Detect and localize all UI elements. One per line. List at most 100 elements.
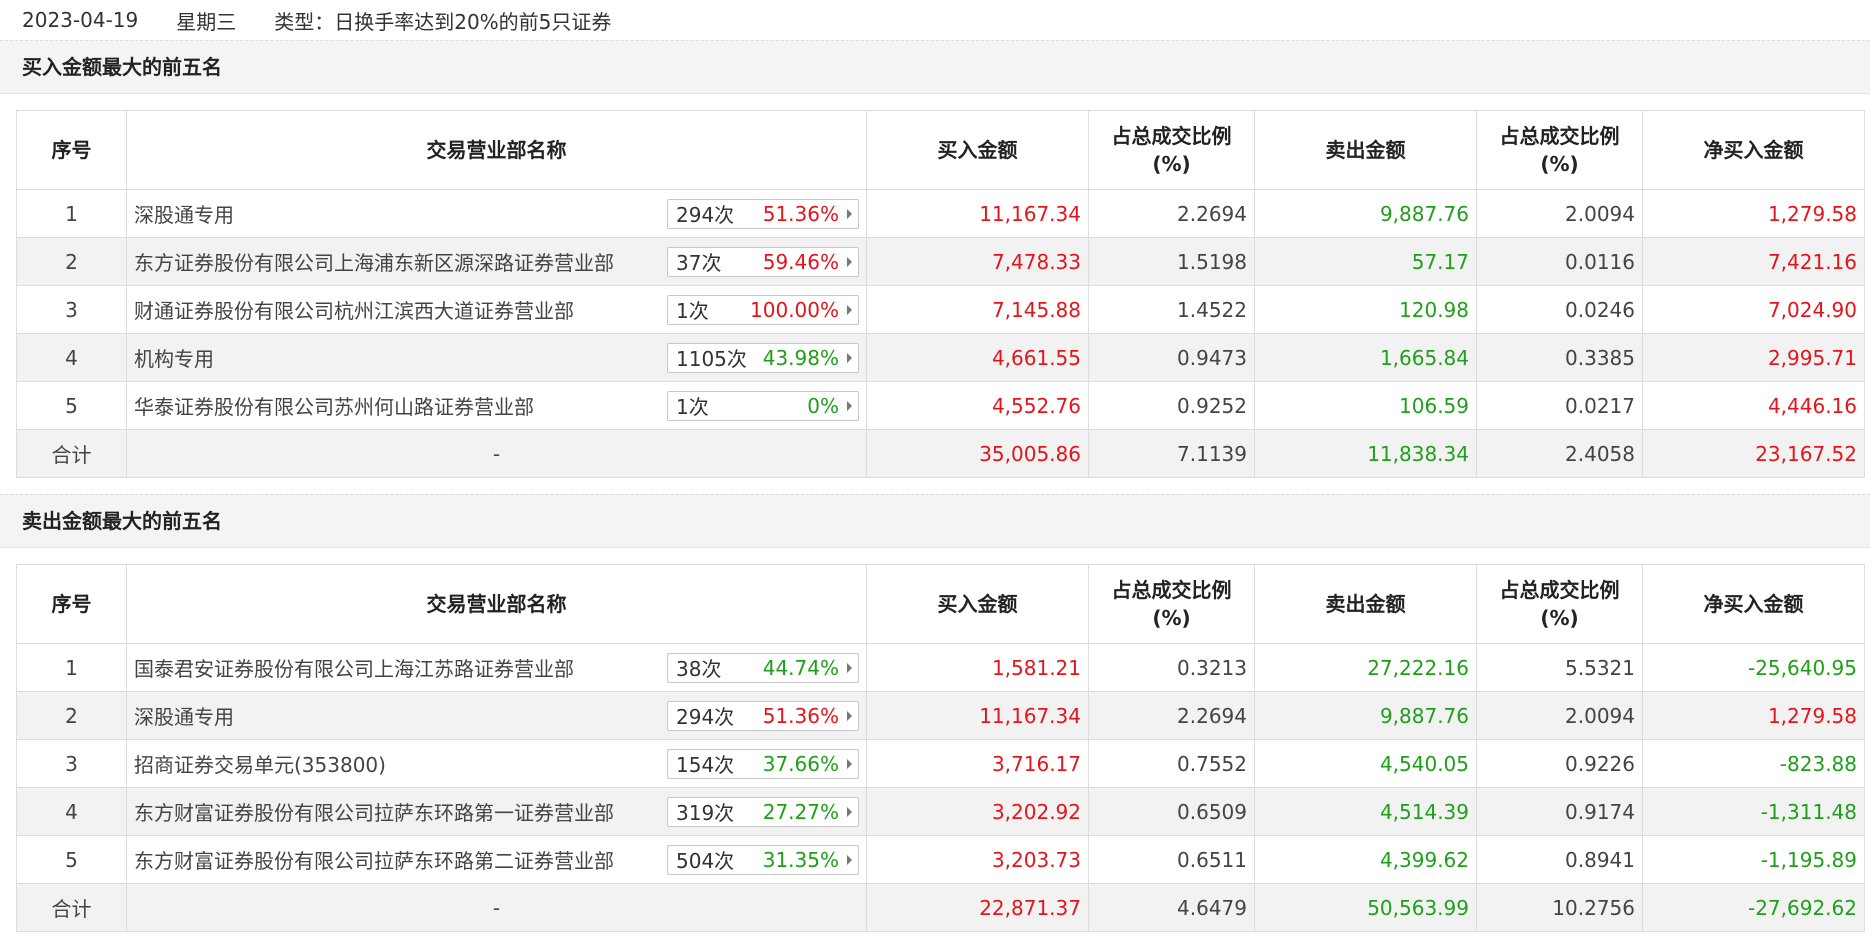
history-badge[interactable]: 319次 27.27% — [667, 796, 859, 827]
branch-name[interactable]: 财通证券股份有限公司杭州江滨西大道证券营业部 — [134, 295, 574, 324]
success-rate: 0% — [807, 393, 839, 418]
history-badge[interactable]: 1105次 43.98% — [667, 342, 859, 373]
row-seq: 2 — [16, 691, 127, 740]
buy-ratio: 0.6509 — [1088, 787, 1255, 836]
net-amount: -25,640.95 — [1642, 643, 1865, 692]
sell-amount: 9,887.76 — [1254, 189, 1477, 238]
row-seq: 1 — [16, 643, 127, 692]
sell-ratio: 0.0217 — [1476, 381, 1643, 430]
history-badge[interactable]: 504次 31.35% — [667, 844, 859, 875]
appearance-count: 294次 — [676, 203, 735, 227]
net-amount: 1,279.58 — [1642, 691, 1865, 740]
row-seq: 5 — [16, 835, 127, 884]
net-amount: 7,421.16 — [1642, 237, 1865, 286]
branch-name[interactable]: 东方财富证券股份有限公司拉萨东环路第二证券营业部 — [134, 845, 614, 874]
branch-name[interactable]: 东方证券股份有限公司上海浦东新区源深路证券营业部 — [134, 247, 614, 276]
col-buy-pct: 占总成交比例 (%) — [1088, 564, 1255, 644]
buy-amount: 1,581.21 — [866, 643, 1089, 692]
success-rate: 27.27% — [762, 799, 839, 824]
buy-amount: 4,661.55 — [866, 333, 1089, 382]
total-sell-ratio: 2.4058 — [1476, 429, 1643, 478]
caret-right-icon — [847, 208, 852, 219]
success-rate: 31.35% — [762, 847, 839, 872]
history-badge[interactable]: 38次 44.74% — [667, 652, 859, 683]
history-badge[interactable]: 154次 37.66% — [667, 748, 859, 779]
buy-amount: 11,167.34 — [866, 691, 1089, 740]
branch-name[interactable]: 国泰君安证券股份有限公司上海江苏路证券营业部 — [134, 653, 574, 682]
total-buy: 22,871.37 — [866, 883, 1089, 932]
sell-amount: 1,665.84 — [1254, 333, 1477, 382]
sell-ratio: 2.0094 — [1476, 189, 1643, 238]
sell-ratio: 0.9226 — [1476, 739, 1643, 788]
total-net: -27,692.62 — [1642, 883, 1865, 932]
history-badge[interactable]: 294次 51.36% — [667, 700, 859, 731]
total-row: 合计 -35,005.86 7.1139 11,838.34 2.4058 23,167.… — [16, 429, 1865, 478]
branch-cell: 深股通专用 294次 51.36% — [126, 189, 867, 238]
branch-name[interactable]: 深股通专用 — [134, 701, 234, 730]
buy-ratio: 2.2694 — [1088, 691, 1255, 740]
branch-cell: 东方财富证券股份有限公司拉萨东环路第一证券营业部 319次 27.27% — [126, 787, 867, 836]
table-header-row: 序号 交易营业部名称 买入金额 占总成交比例 (%) 卖出金额 占总成交比例 (%)… — [16, 564, 1865, 644]
table-row: 5 东方财富证券股份有限公司拉萨东环路第二证券营业部 504次 31.35% 3,203… — [16, 835, 1865, 884]
sell-amount: 4,514.39 — [1254, 787, 1477, 836]
history-badge[interactable]: 1次 100.00% — [667, 294, 859, 325]
net-amount: 7,024.90 — [1642, 285, 1865, 334]
branch-name[interactable]: 机构专用 — [134, 343, 214, 372]
row-seq: 4 — [16, 787, 127, 836]
buy-amount: 3,716.17 — [866, 739, 1089, 788]
history-badge[interactable]: 294次 51.36% — [667, 198, 859, 229]
branch-name[interactable]: 华泰证券股份有限公司苏州何山路证券营业部 — [134, 391, 534, 420]
weekday: 星期三 — [176, 9, 237, 34]
total-buy: 35,005.86 — [866, 429, 1089, 478]
appearance-count: 504次 — [676, 849, 735, 873]
sell-amount: 57.17 — [1254, 237, 1477, 286]
history-badge[interactable]: 37次 59.46% — [667, 246, 859, 277]
sell-amount: 106.59 — [1254, 381, 1477, 430]
sell-amount: 120.98 — [1254, 285, 1477, 334]
total-name: - — [126, 429, 867, 478]
total-buy-ratio: 4.6479 — [1088, 883, 1255, 932]
total-row: 合计 -22,871.37 4.6479 50,563.99 10.2756 -27,69… — [16, 883, 1865, 932]
total-name: - — [126, 883, 867, 932]
col-buy-pct: 占总成交比例 (%) — [1088, 110, 1255, 190]
buy-top5-table: 序号 交易营业部名称 买入金额 占总成交比例 (%) 卖出金额 占总成交比例 (%)… — [16, 110, 1865, 478]
table-row: 3 招商证券交易单元(353800) 154次 37.66% 3,716.17 0.755… — [16, 739, 1865, 788]
table-row: 1 国泰君安证券股份有限公司上海江苏路证券营业部 38次 44.74% 1,581.21… — [16, 643, 1865, 692]
buy-ratio: 0.9252 — [1088, 381, 1255, 430]
success-rate: 100.00% — [750, 297, 839, 322]
col-seq: 序号 — [16, 110, 127, 190]
row-seq: 3 — [16, 285, 127, 334]
caret-right-icon — [847, 304, 852, 315]
success-rate: 59.46% — [762, 249, 839, 274]
appearance-count: 37次 — [676, 251, 722, 275]
sell-ratio: 0.9174 — [1476, 787, 1643, 836]
row-seq: 4 — [16, 333, 127, 382]
branch-name[interactable]: 招商证券交易单元(353800) — [134, 749, 386, 778]
branch-cell: 华泰证券股份有限公司苏州何山路证券营业部 1次 0% — [126, 381, 867, 430]
total-buy-ratio: 7.1139 — [1088, 429, 1255, 478]
table-row: 1 深股通专用 294次 51.36% 11,167.34 2.2694 9,887.76 2… — [16, 189, 1865, 238]
branch-name[interactable]: 深股通专用 — [134, 199, 234, 228]
branch-cell: 财通证券股份有限公司杭州江滨西大道证券营业部 1次 100.00% — [126, 285, 867, 334]
sell-top5-table: 序号 交易营业部名称 买入金额 占总成交比例 (%) 卖出金额 占总成交比例 (%)… — [16, 564, 1865, 932]
caret-right-icon — [847, 400, 852, 411]
row-seq: 2 — [16, 237, 127, 286]
table-row: 4 东方财富证券股份有限公司拉萨东环路第一证券营业部 319次 27.27% 3,202… — [16, 787, 1865, 836]
buy-ratio: 1.5198 — [1088, 237, 1255, 286]
info-bar: 2023-04-19 星期三 类型：日换手率达到20%的前5只证券 — [0, 0, 1870, 40]
buy-amount: 3,203.73 — [866, 835, 1089, 884]
buy-ratio: 0.6511 — [1088, 835, 1255, 884]
branch-name[interactable]: 东方财富证券股份有限公司拉萨东环路第一证券营业部 — [134, 797, 614, 826]
caret-right-icon — [847, 758, 852, 769]
col-sell-pct: 占总成交比例 (%) — [1476, 110, 1643, 190]
col-buy: 买入金额 — [866, 110, 1089, 190]
branch-cell: 机构专用 1105次 43.98% — [126, 333, 867, 382]
total-label: 合计 — [16, 429, 127, 478]
net-amount: 2,995.71 — [1642, 333, 1865, 382]
appearance-count: 38次 — [676, 657, 722, 681]
col-seq: 序号 — [16, 564, 127, 644]
col-name: 交易营业部名称 — [126, 110, 867, 190]
col-sell-pct: 占总成交比例 (%) — [1476, 564, 1643, 644]
col-net: 净买入金额 — [1642, 110, 1865, 190]
history-badge[interactable]: 1次 0% — [667, 390, 859, 421]
